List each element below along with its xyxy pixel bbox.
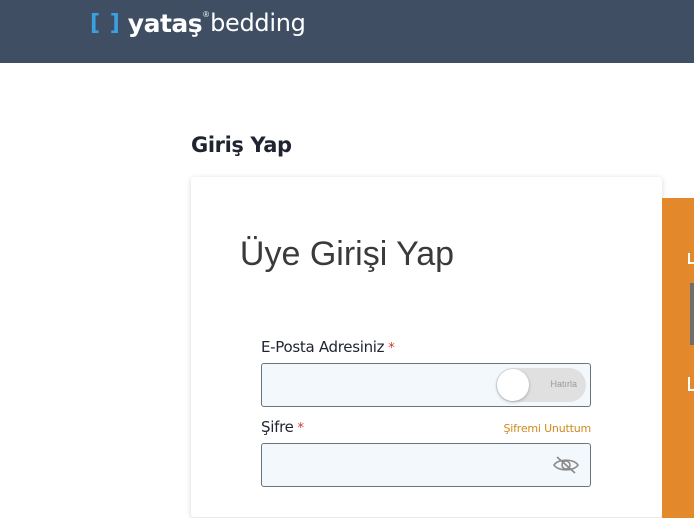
- password-required-asterisk: *: [297, 421, 305, 436]
- forgot-password-link[interactable]: Şifremi Unuttum: [503, 422, 591, 435]
- login-card-heading: Üye Girişi Yap: [239, 235, 455, 273]
- remember-me-toggle[interactable]: Hatırla: [496, 368, 586, 402]
- side-promo-divider: [690, 283, 694, 345]
- side-promo-panel: [662, 198, 694, 518]
- password-field-wrapper: [261, 443, 591, 487]
- page-title: Giriş Yap: [191, 133, 292, 157]
- logo-registered-mark: ®: [203, 9, 210, 19]
- side-promo-mark: [688, 377, 694, 391]
- password-label: Şifre *: [261, 418, 304, 436]
- email-label: E-Posta Adresiniz *: [261, 338, 395, 356]
- logo-suffix-text: bedding: [210, 9, 306, 37]
- email-field-wrapper: Hatırla: [261, 363, 591, 407]
- side-promo-mark: [688, 253, 694, 264]
- yatas-bedding-logo[interactable]: [ ] yataş ® bedding: [90, 6, 306, 40]
- email-required-asterisk: *: [388, 341, 395, 356]
- email-label-text: E-Posta Adresiniz: [261, 338, 385, 356]
- password-field[interactable]: [262, 444, 590, 486]
- toggle-knob: [497, 369, 529, 401]
- eye-slash-icon[interactable]: [552, 454, 580, 476]
- top-navigation-bar: [ ] yataş ® bedding: [0, 0, 694, 63]
- logo-brand-text: yataş: [127, 8, 203, 38]
- password-label-text: Şifre: [261, 418, 294, 436]
- logo-bracket-icon: [ ]: [90, 10, 121, 36]
- remember-me-label: Hatırla: [550, 379, 577, 389]
